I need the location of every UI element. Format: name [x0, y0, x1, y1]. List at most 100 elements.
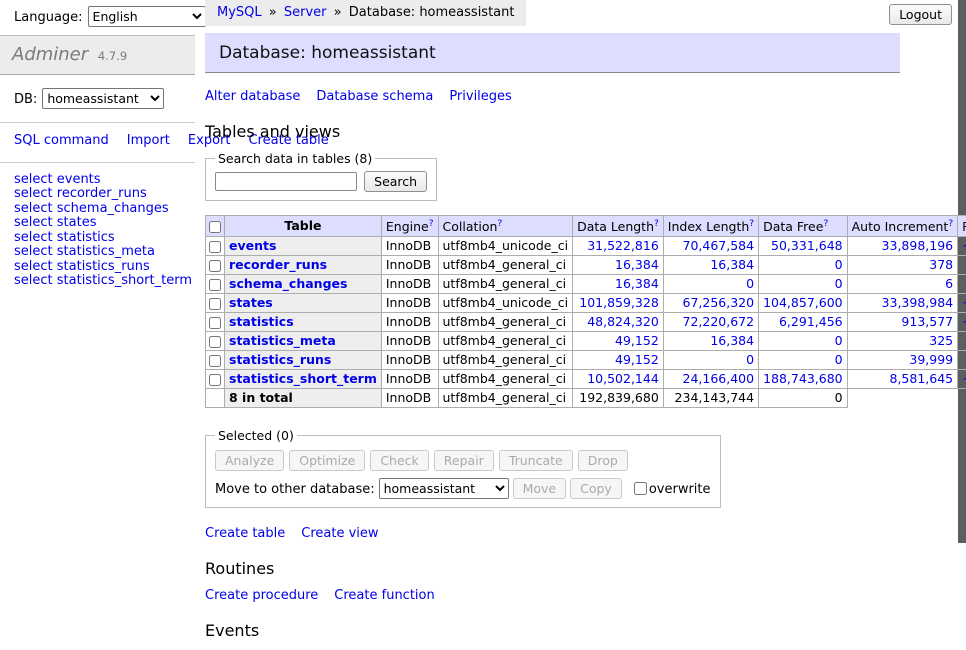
link-create-view[interactable]: Create view — [301, 526, 378, 541]
row-select-cell — [206, 256, 225, 275]
sidebar-item-statistics[interactable]: select statistics — [14, 230, 181, 245]
analyze-button[interactable]: Analyze — [215, 450, 284, 471]
help-link-data-free[interactable]: ? — [823, 219, 828, 229]
search-input[interactable] — [215, 172, 357, 191]
copy-button[interactable]: Copy — [570, 478, 622, 499]
table-name-cell: statistics_short_term — [225, 370, 382, 389]
help-link-data-length[interactable]: ? — [654, 219, 659, 229]
row-select-cell — [206, 237, 225, 256]
data-free-cell: 0 — [759, 332, 848, 351]
table-link-states[interactable]: states — [229, 295, 273, 310]
row-checkbox-statistics-short-term[interactable] — [209, 374, 221, 386]
table-row-statistics-runs: statistics_runsInnoDButf8mb4_general_ci4… — [206, 351, 966, 370]
collation-cell: utf8mb4_general_ci — [438, 256, 573, 275]
data-length-cell: 31,522,816 — [573, 237, 664, 256]
events-heading: Events — [205, 621, 900, 640]
index-length-cell: 0 — [663, 275, 758, 294]
table-link-statistics[interactable]: statistics — [229, 314, 294, 329]
auto-increment-cell: 39,999 — [847, 351, 958, 370]
table-link-statistics-runs[interactable]: statistics_runs — [229, 352, 331, 367]
engine-cell: InnoDB — [381, 351, 438, 370]
language-select[interactable]: English — [88, 6, 206, 27]
data-free-cell: 104,857,600 — [759, 294, 848, 313]
adminer-version-link[interactable]: 4.7.9 — [98, 49, 127, 63]
data-length-cell: 48,824,320 — [573, 313, 664, 332]
row-checkbox-states[interactable] — [209, 298, 221, 310]
overwrite-checkbox[interactable] — [634, 482, 647, 495]
breadcrumb-separator: » — [334, 5, 342, 20]
sidebar-item-states[interactable]: select states — [14, 215, 181, 230]
sidebar-link-sql-command[interactable]: SQL command — [14, 133, 109, 148]
data-free-cell: 50,331,648 — [759, 237, 848, 256]
help-link-engine[interactable]: ? — [429, 219, 434, 229]
rows-cell: ~ 569,159 — [958, 313, 966, 332]
data-length-cell: 49,152 — [573, 351, 664, 370]
move-button[interactable]: Move — [513, 478, 567, 499]
row-checkbox-statistics-meta[interactable] — [209, 336, 221, 348]
repair-button[interactable]: Repair — [434, 450, 494, 471]
db-select[interactable]: homeassistant — [42, 88, 164, 109]
drop-button[interactable]: Drop — [578, 450, 628, 471]
link-alter-database[interactable]: Alter database — [205, 89, 300, 104]
column-header-auto-increment: Auto Increment? — [847, 216, 958, 237]
row-checkbox-schema-changes[interactable] — [209, 279, 221, 291]
table-link-statistics-meta[interactable]: statistics_meta — [229, 333, 336, 348]
rows-count-link-statistics[interactable]: ~ 569,159 — [962, 314, 966, 329]
overwrite-option: overwrite — [630, 482, 711, 497]
row-select-cell — [206, 313, 225, 332]
select-all-checkbox[interactable] — [209, 221, 221, 233]
adminer-brand-link[interactable]: Adminer — [12, 44, 88, 65]
sidebar-item-statistics-short-term[interactable]: select statistics_short_term — [14, 273, 181, 288]
rows-count-link-statistics-short-term[interactable]: ~ 136,108 — [962, 371, 966, 386]
rows-count-link-states[interactable]: ~ 299,833 — [962, 295, 966, 310]
sidebar-item-statistics-runs[interactable]: select statistics_runs — [14, 259, 181, 274]
table-row-recorder-runs: recorder_runsInnoDButf8mb4_general_ci16,… — [206, 256, 966, 275]
breadcrumb-server-link[interactable]: Server — [284, 5, 327, 20]
table-name-cell: schema_changes — [225, 275, 382, 294]
help-link-auto-increment[interactable]: ? — [948, 219, 953, 229]
table-total-row: 8 in totalInnoDButf8mb4_general_ci192,83… — [206, 389, 966, 408]
row-checkbox-recorder-runs[interactable] — [209, 260, 221, 272]
link-create-function[interactable]: Create function — [334, 588, 434, 603]
link-create-table[interactable]: Create table — [205, 526, 285, 541]
move-db-select[interactable]: homeassistant — [379, 478, 509, 499]
sidebar-link-import[interactable]: Import — [127, 133, 170, 148]
create-links: Create table Create view — [205, 526, 900, 541]
breadcrumb-mysql-link[interactable]: MySQL — [217, 5, 262, 20]
rows-cell: ~ 299,833 — [958, 294, 966, 313]
column-header-collation: Collation? — [438, 216, 573, 237]
collation-cell: utf8mb4_unicode_ci — [438, 237, 573, 256]
breadcrumb-current: Database: homeassistant — [349, 5, 515, 20]
tables-overview: TableEngine?Collation?Data Length?Index … — [205, 215, 966, 408]
sidebar-item-events[interactable]: select events — [14, 172, 181, 187]
rows-count-link-events[interactable]: ~ 312,180 — [962, 238, 966, 253]
total-data-length-cell: 192,839,680 — [573, 389, 664, 408]
sidebar-item-statistics-meta[interactable]: select statistics_meta — [14, 244, 181, 259]
link-database-schema[interactable]: Database schema — [316, 89, 433, 104]
truncate-button[interactable]: Truncate — [499, 450, 573, 471]
row-checkbox-statistics-runs[interactable] — [209, 355, 221, 367]
engine-cell: InnoDB — [381, 294, 438, 313]
row-select-cell — [206, 370, 225, 389]
table-link-recorder-runs[interactable]: recorder_runs — [229, 257, 327, 272]
db-selector-row: DB:homeassistant — [0, 75, 195, 123]
data-length-cell: 10,502,144 — [573, 370, 664, 389]
search-button[interactable]: Search — [364, 171, 427, 192]
table-link-statistics-short-term[interactable]: statistics_short_term — [229, 371, 377, 386]
help-link-collation[interactable]: ? — [497, 219, 502, 229]
search-legend: Search data in tables (8) — [215, 151, 375, 166]
row-checkbox-statistics[interactable] — [209, 317, 221, 329]
table-link-events[interactable]: events — [229, 238, 276, 253]
optimize-button[interactable]: Optimize — [289, 450, 365, 471]
db-action-links: Alter database Database schema Privileges — [205, 89, 900, 104]
table-row-statistics-short-term: statistics_short_termInnoDButf8mb4_gener… — [206, 370, 966, 389]
table-link-schema-changes[interactable]: schema_changes — [229, 276, 347, 291]
link-privileges[interactable]: Privileges — [449, 89, 512, 104]
sidebar-item-recorder-runs[interactable]: select recorder_runs — [14, 186, 181, 201]
sidebar-item-schema-changes[interactable]: select schema_changes — [14, 201, 181, 216]
help-link-index-length[interactable]: ? — [749, 219, 754, 229]
row-checkbox-events[interactable] — [209, 241, 221, 253]
link-create-procedure[interactable]: Create procedure — [205, 588, 318, 603]
check-button[interactable]: Check — [370, 450, 428, 471]
language-label: Language: — [14, 10, 83, 25]
